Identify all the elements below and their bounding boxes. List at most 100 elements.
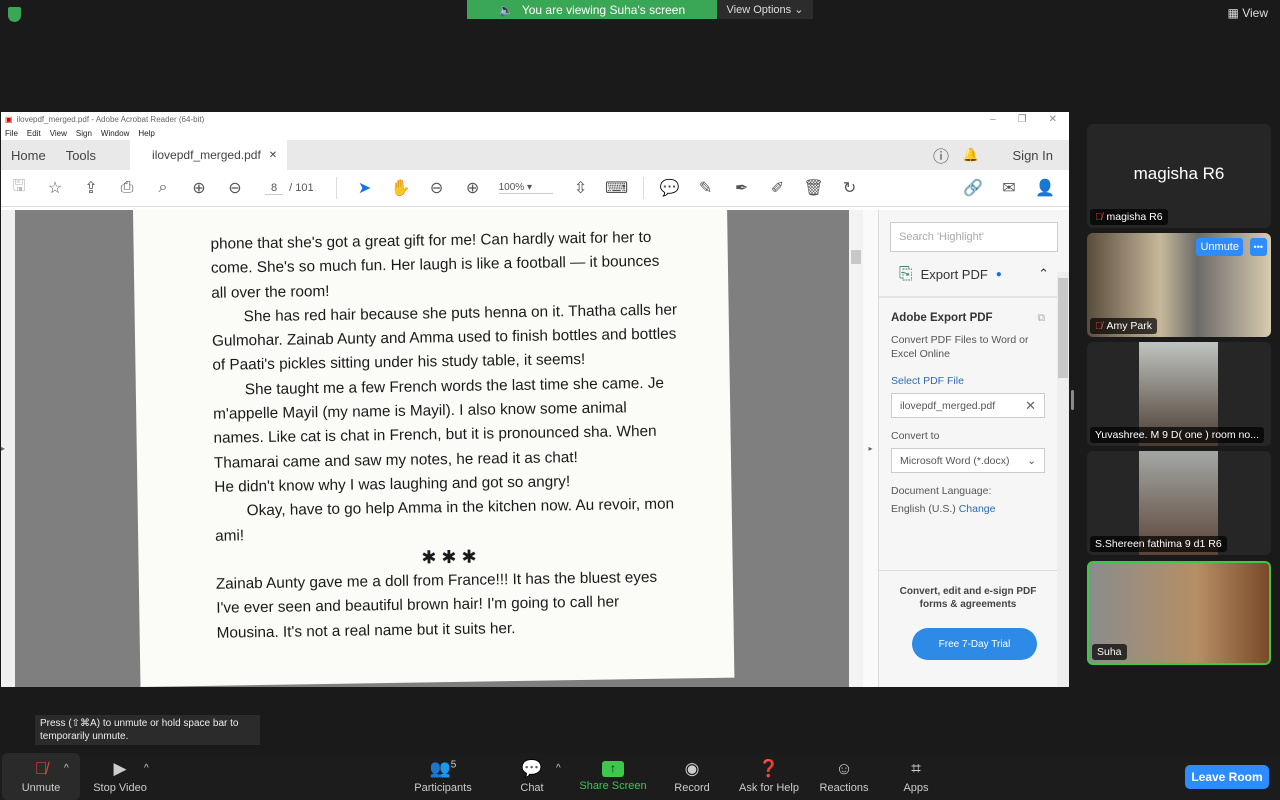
audio-options-caret[interactable]: ^ (64, 763, 69, 774)
video-options-caret[interactable]: ^ (144, 763, 149, 774)
upload-cloud-icon[interactable]: ⇪ (73, 178, 109, 198)
menu-window[interactable]: Window (101, 129, 129, 138)
menu-help[interactable]: Help (138, 129, 154, 138)
zoom-in-icon[interactable]: ⊕ (455, 178, 491, 198)
document-area: phone that she's got a great gift for me… (15, 210, 849, 687)
bell-icon[interactable]: 🔔 (963, 147, 979, 163)
select-cursor-icon[interactable]: ➤ (347, 178, 383, 198)
mic-muted-icon: 🎙̸ (34, 759, 48, 778)
help-icon[interactable]: ⓘ (933, 143, 949, 167)
tab-document[interactable]: ilovepdf_merged.pdf ✕ (130, 140, 288, 170)
collapse-chevron-icon[interactable]: ⌃ (1038, 266, 1049, 282)
page-number-input[interactable]: 8 (265, 182, 284, 195)
participant-tile-active-speaker[interactable]: Suha (1087, 561, 1271, 665)
participant-tile[interactable]: magisha R6 🎙̸ magisha R6 (1087, 124, 1271, 228)
tab-bar: Home Tools ilovepdf_merged.pdf ✕ ⓘ 🔔 Sign… (1, 140, 1069, 170)
right-panel-toggle[interactable]: ▸ (863, 210, 878, 687)
zoom-select[interactable]: 100% ▾ (498, 182, 553, 194)
participant-label: 🎙̸ magisha R6 (1090, 209, 1168, 225)
clear-file-icon[interactable]: ✕ (1025, 398, 1036, 414)
format-value: Microsoft Word (*.docx) (900, 454, 1010, 467)
chat-options-caret[interactable]: ^ (556, 763, 561, 774)
participants-button[interactable]: 👥5 Participants (408, 753, 478, 800)
scroll-mode-icon[interactable]: ⌨ (599, 178, 635, 198)
video-icon: ▶ (113, 759, 127, 778)
free-trial-button[interactable]: Free 7-Day Trial (912, 628, 1037, 660)
find-icon[interactable]: ⌕ (145, 179, 181, 197)
convert-to-label: Convert to (891, 430, 940, 442)
edit-icon[interactable]: ✐ (760, 178, 796, 198)
select-pdf-link[interactable]: Select PDF File (891, 375, 1045, 387)
view-options-button[interactable]: View Options ⌄ (717, 0, 813, 19)
divider (642, 177, 644, 199)
tab-tools[interactable]: Tools (56, 148, 106, 163)
apps-button[interactable]: ⌗ Apps (894, 753, 938, 800)
chat-button[interactable]: 💬 Chat (510, 753, 554, 800)
resize-handle[interactable] (1071, 390, 1074, 410)
unmute-button[interactable]: 🎙̸ Unmute (2, 753, 80, 800)
participant-name: Amy Park (1106, 320, 1153, 332)
sign-icon[interactable]: ✒ (724, 178, 760, 198)
add-user-icon[interactable]: 👤 (1027, 178, 1063, 198)
export-pdf-header[interactable]: ⎘ Export PDF ● ⌃ (879, 252, 1069, 298)
speaker-icon: 🔈 (498, 2, 514, 17)
search-tools-input[interactable]: Search 'Highlight' (890, 222, 1058, 252)
zoom-out-icon[interactable]: ⊖ (419, 178, 455, 198)
ask-for-help-button[interactable]: ❓ Ask for Help (734, 753, 804, 800)
share-link-icon[interactable]: 🔗 (955, 178, 991, 198)
acrobat-logo-icon: ▣ (5, 115, 13, 124)
delete-icon[interactable]: 🗑 (796, 178, 832, 198)
viewing-banner: 🔈 You are viewing Suha's screen (467, 0, 717, 19)
bookmark-star-icon[interactable]: ☆ (37, 178, 73, 198)
participant-name: S.Shereen fathima 9 d1 R6 (1095, 538, 1222, 550)
menu-file[interactable]: File (5, 129, 18, 138)
participant-tile[interactable]: Yuvashree. M 9 D( one ) room no... (1087, 342, 1271, 446)
export-pdf-icon: ⎘ (899, 264, 913, 283)
export-description: Convert PDF Files to Word or Excel Onlin… (891, 334, 1029, 360)
close-button[interactable]: ✕ (1049, 114, 1057, 125)
menu-edit[interactable]: Edit (27, 129, 41, 138)
minimize-button[interactable]: – (990, 114, 996, 125)
rotate-icon[interactable]: ↻ (832, 178, 868, 198)
prev-page-icon[interactable]: ⊕ (181, 178, 217, 198)
email-icon[interactable]: ✉ (991, 178, 1027, 198)
info-dot-icon: ● (995, 268, 1002, 280)
change-language-link[interactable]: Change (959, 503, 996, 515)
leave-room-button[interactable]: Leave Room (1185, 765, 1269, 789)
participants-icon: 👥5 (429, 759, 457, 778)
apps-label: Apps (903, 782, 929, 794)
document-scrollbar[interactable] (849, 210, 863, 687)
highlight-icon[interactable]: ✎ (688, 178, 724, 198)
more-options-button[interactable]: ••• (1249, 238, 1267, 256)
format-select[interactable]: Microsoft Word (*.docx) ⌄ (891, 448, 1045, 473)
participant-tile[interactable]: Unmute ••• 🎙̸ Amy Park (1087, 233, 1271, 337)
page-total: / 101 (289, 182, 314, 194)
panel-scrollbar[interactable] (1057, 272, 1069, 687)
restore-button[interactable]: ❐ (1018, 114, 1027, 125)
selected-file-name: ilovepdf_merged.pdf (900, 399, 996, 412)
next-page-icon[interactable]: ⊖ (217, 178, 253, 198)
cloud-copy-icon[interactable]: ⧉ (1038, 312, 1046, 325)
security-shield-icon[interactable] (8, 7, 21, 22)
sign-in-button[interactable]: Sign In (1013, 148, 1053, 163)
left-panel-toggle[interactable]: ▸ (1, 210, 15, 687)
promo-text: Convert, edit and e-sign PDF forms & agr… (879, 570, 1057, 611)
hand-icon[interactable]: ✋ (383, 178, 419, 198)
mic-muted-icon: 🎙̸ (1095, 211, 1103, 223)
participant-tile[interactable]: S.Shereen fathima 9 d1 R6 (1087, 451, 1271, 555)
stop-video-button[interactable]: ▶ Stop Video (88, 753, 152, 800)
menu-sign[interactable]: Sign (76, 129, 92, 138)
view-button[interactable]: ▦ View (1228, 6, 1268, 20)
tab-home[interactable]: Home (1, 148, 56, 163)
menu-view[interactable]: View (50, 129, 67, 138)
unmute-participant-button[interactable]: Unmute (1196, 238, 1243, 256)
save-icon[interactable]: 🖫 (1, 175, 37, 202)
record-button[interactable]: ◉ Record (666, 753, 718, 800)
reactions-button[interactable]: ☺ Reactions (814, 753, 874, 800)
print-icon[interactable]: ⎙ (109, 179, 145, 197)
close-tab-icon[interactable]: ✕ (269, 150, 277, 161)
selected-file-field[interactable]: ilovepdf_merged.pdf ✕ (891, 393, 1045, 418)
share-screen-button[interactable]: ↑ Share Screen (576, 753, 650, 800)
page-fit-icon[interactable]: ⇳ (563, 178, 599, 198)
comment-icon[interactable]: 💬 (652, 178, 688, 198)
